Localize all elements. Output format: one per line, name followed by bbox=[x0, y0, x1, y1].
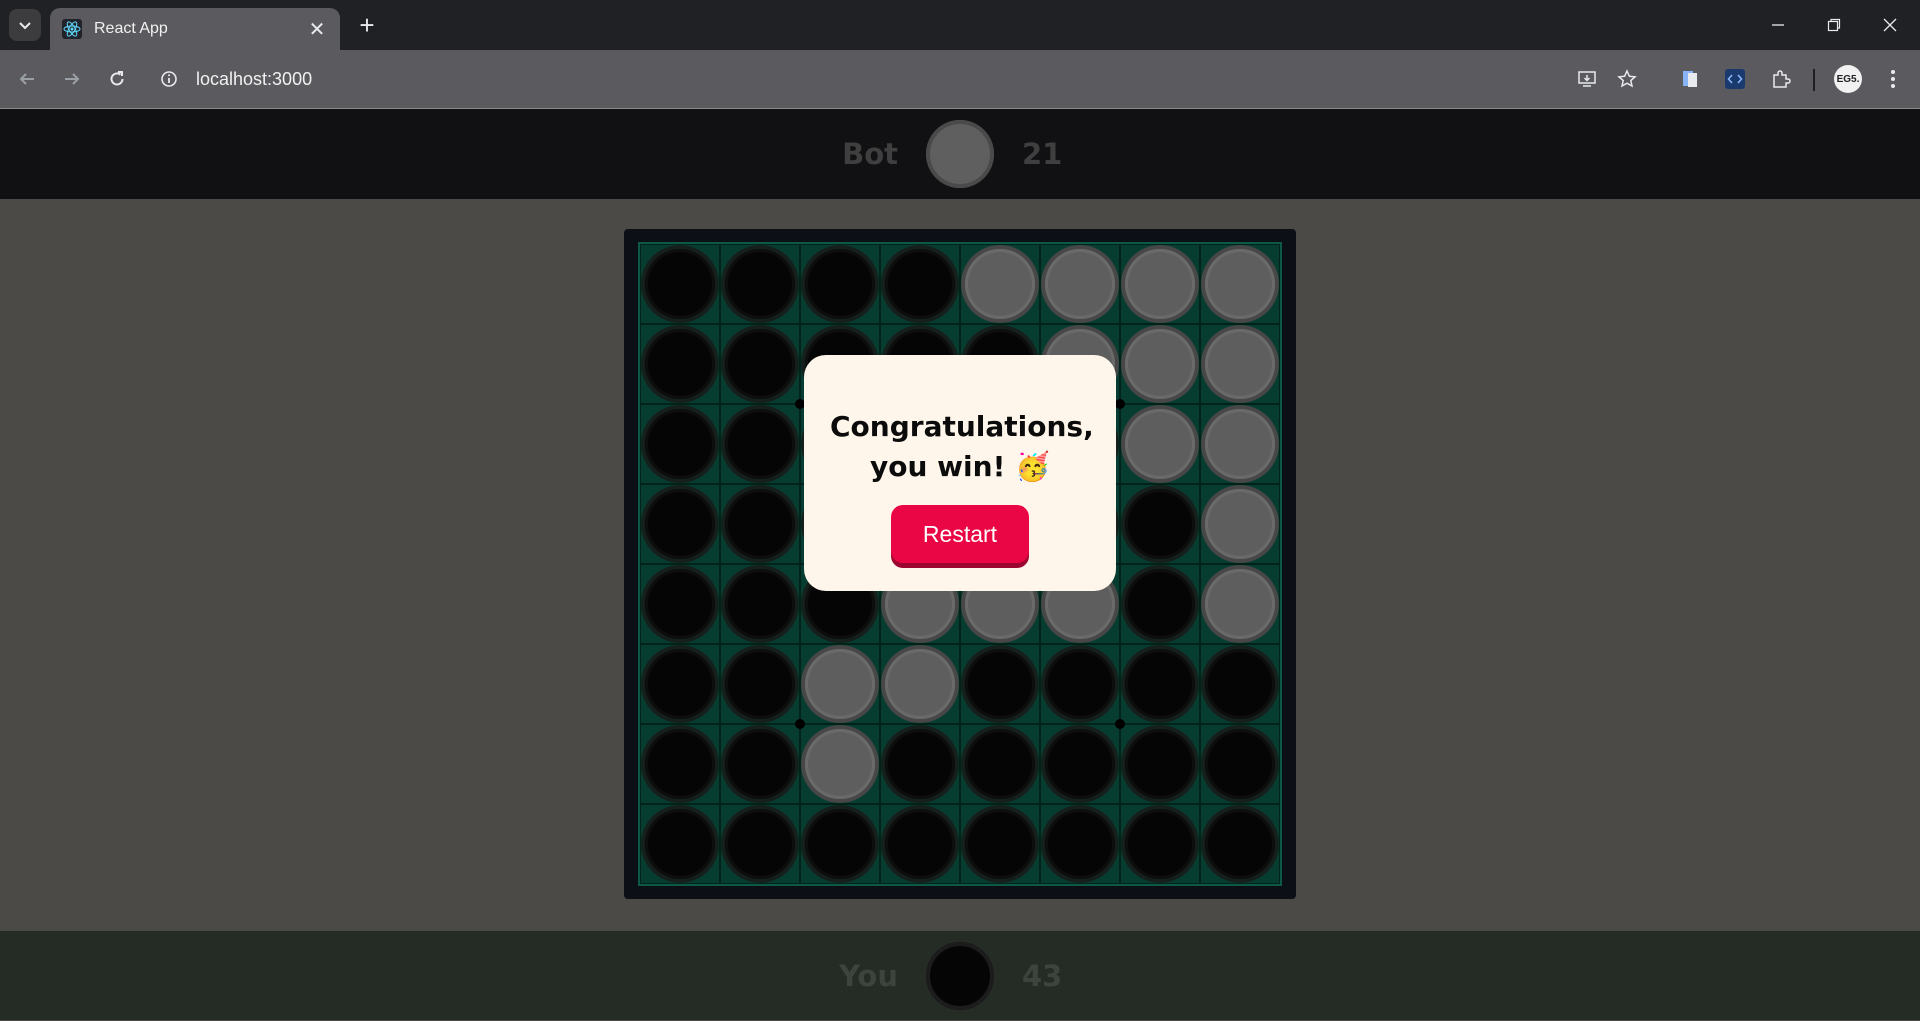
url-text: localhost:3000 bbox=[196, 68, 313, 89]
win-message-line2: you win! 🥳 bbox=[870, 450, 1050, 483]
forward-icon[interactable] bbox=[55, 62, 89, 96]
win-message: Congratulations, you win! 🥳 bbox=[830, 407, 1094, 487]
modal-overlay: Congratulations, you win! 🥳 Restart bbox=[0, 109, 1920, 1020]
devtools-icon[interactable] bbox=[1718, 62, 1752, 96]
sidepanel-icon[interactable] bbox=[1673, 62, 1707, 96]
restore-icon[interactable] bbox=[1806, 0, 1862, 50]
restart-button[interactable]: Restart bbox=[891, 505, 1029, 563]
win-message-line1: Congratulations, bbox=[830, 410, 1094, 443]
address-bar[interactable]: localhost:3000 bbox=[152, 58, 1572, 100]
back-icon[interactable] bbox=[10, 62, 44, 96]
install-icon[interactable] bbox=[1570, 62, 1604, 96]
toolbar-divider bbox=[1813, 69, 1815, 91]
browser-tab[interactable]: React App ✕ bbox=[50, 8, 340, 50]
win-dialog: Congratulations, you win! 🥳 Restart bbox=[804, 355, 1116, 591]
avatar[interactable]: EG5. bbox=[1834, 65, 1862, 93]
plus-icon[interactable]: + bbox=[351, 9, 383, 41]
info-icon[interactable] bbox=[152, 62, 186, 96]
tab-bar: React App ✕ + bbox=[0, 0, 1920, 50]
star-icon[interactable] bbox=[1610, 62, 1644, 96]
tab-title: React App bbox=[94, 20, 168, 37]
browser-toolbar: localhost:3000 bbox=[0, 50, 1920, 108]
menu-icon[interactable] bbox=[1876, 62, 1910, 96]
tab-search-icon[interactable] bbox=[9, 9, 41, 41]
reload-icon[interactable] bbox=[100, 62, 134, 96]
extensions-icon[interactable] bbox=[1764, 62, 1798, 96]
close-window-icon[interactable] bbox=[1862, 0, 1918, 50]
game-page: Bot 21 You 43 Congratulations, you win! … bbox=[0, 109, 1920, 1020]
react-icon bbox=[62, 19, 82, 39]
close-icon[interactable]: ✕ bbox=[302, 14, 332, 44]
minimize-icon[interactable] bbox=[1750, 0, 1806, 50]
